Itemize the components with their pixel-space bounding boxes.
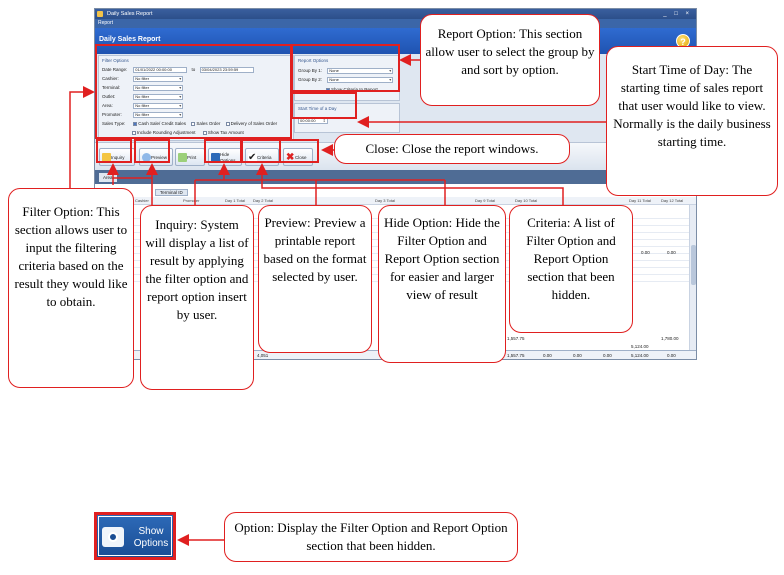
footer-value: 0.00 xyxy=(667,353,676,358)
inquiry-highlight xyxy=(96,139,132,163)
spinner-icon: ⇕ xyxy=(322,117,326,123)
col-header[interactable]: Cashier xyxy=(135,198,149,203)
scroll-thumb[interactable] xyxy=(691,245,696,285)
print-label: Print xyxy=(187,155,197,160)
grid-header: Cashier Promoter Day 1 Total Day 2 Total… xyxy=(95,197,696,205)
subtotal-value: 1,557.75 xyxy=(507,336,525,341)
window-title: Daily Sales Report xyxy=(107,11,153,17)
window-controls[interactable]: _ □ × xyxy=(663,9,692,19)
callout-report-option: Report Option: This section allow user t… xyxy=(420,14,600,106)
footer-value: 0.00 xyxy=(543,353,552,358)
callout-close: Close: Close the report windows. xyxy=(334,134,570,164)
hide-options-highlight xyxy=(204,139,242,163)
printer-icon xyxy=(178,153,187,162)
filter-options-highlight xyxy=(95,44,292,139)
callout-start-time: Start Time of Day: The starting time of … xyxy=(606,46,778,196)
preview-highlight xyxy=(134,139,170,163)
area-group-tab[interactable]: Area xyxy=(99,173,117,182)
callout-criteria: Criteria: A list of Filter Option and Re… xyxy=(509,205,633,333)
col-header[interactable]: Day 9 Total xyxy=(475,198,495,203)
callout-preview: Preview: Preview a printable report base… xyxy=(258,205,372,353)
footer-value: 0.00 xyxy=(603,353,612,358)
show-options-label-1: Show xyxy=(138,526,164,537)
footer-value: 4,051 xyxy=(257,353,269,358)
show-options-icon xyxy=(102,527,124,547)
app-icon xyxy=(97,11,103,17)
callout-hide-option: Hide Option: Hide the Filter Option and … xyxy=(378,205,506,363)
footer-value: 1,557.75 xyxy=(507,353,525,358)
col-header[interactable]: Day 3 Total xyxy=(375,198,395,203)
terminal-group-tab[interactable]: Terminal ID xyxy=(155,189,188,196)
report-options-highlight xyxy=(291,44,400,92)
subtotal-value: 1,780.00 xyxy=(661,336,679,341)
start-time-highlight xyxy=(291,92,357,119)
col-header[interactable]: Day 2 Total xyxy=(253,198,273,203)
callout-inquiry: Inquiry: System will display a list of r… xyxy=(140,205,254,390)
col-header[interactable]: Day 11 Total xyxy=(629,198,651,203)
title-bar: Daily Sales Report _ □ × xyxy=(95,9,696,19)
menu-report[interactable]: Report xyxy=(98,20,113,26)
callout-show-options: Option: Display the Filter Option and Re… xyxy=(224,512,518,562)
vertical-scrollbar[interactable] xyxy=(689,205,696,350)
footer-value: 5,124.00 xyxy=(631,353,649,358)
show-options-button[interactable]: Show Options xyxy=(94,512,176,560)
show-options-label-2: Options xyxy=(133,538,169,549)
menu-bar: Report xyxy=(95,19,696,28)
cell-value: 0.00 xyxy=(641,250,650,255)
close-highlight xyxy=(279,139,319,163)
cell-value: 0.00 xyxy=(667,250,676,255)
show-options-label: Show Options xyxy=(128,526,174,550)
callout-filter-option: Filter Option: This section allows user … xyxy=(8,188,134,388)
col-header[interactable]: Day 12 Total xyxy=(661,198,683,203)
page-title: Daily Sales Report xyxy=(99,36,161,43)
col-header[interactable]: Day 1 Total xyxy=(225,198,245,203)
print-button[interactable]: Print xyxy=(175,148,205,166)
col-header[interactable]: Promoter xyxy=(183,198,199,203)
criteria-highlight xyxy=(241,139,281,163)
footer-value: 0.00 xyxy=(573,353,582,358)
col-header[interactable]: Day 10 Total xyxy=(515,198,537,203)
subtotal-value: 5,124.00 xyxy=(631,344,649,349)
